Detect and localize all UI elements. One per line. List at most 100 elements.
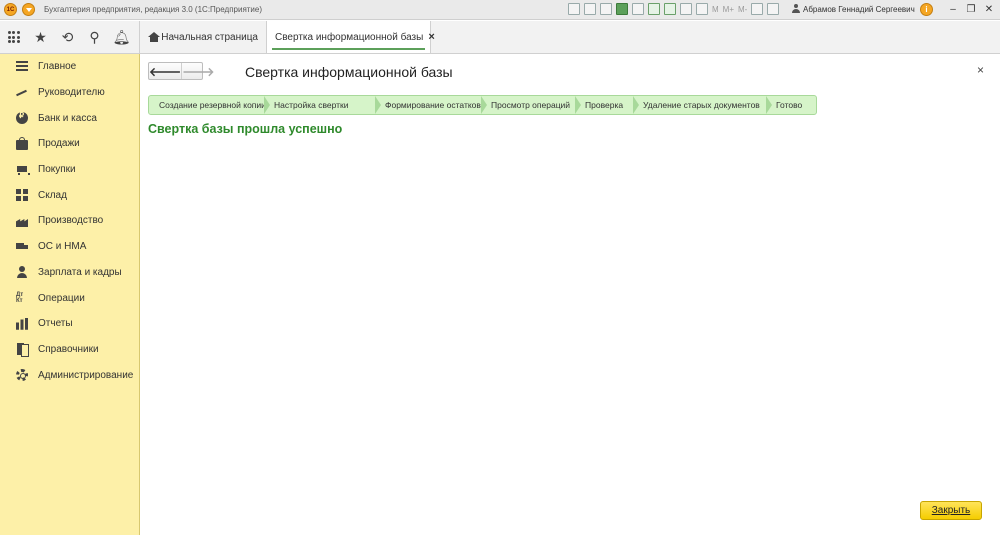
sidebar-item-operations[interactable]: Дт Кт Операции: [0, 285, 139, 311]
history-icon: ⟲: [61, 28, 74, 45]
sidebar-item-salary[interactable]: Зарплата и кадры: [0, 260, 139, 286]
sidebar-item-bank[interactable]: Банк и касса: [0, 105, 139, 131]
wizard-steps: Создание резервной копии Настройка сверт…: [148, 95, 817, 115]
sidebar-item-assets[interactable]: ОС и НМА: [0, 234, 139, 260]
tab-close-icon[interactable]: ×: [428, 31, 434, 43]
bag-icon: [16, 136, 28, 150]
dt-kt-icon: Дт Кт: [16, 292, 24, 305]
step-done[interactable]: Готово: [766, 96, 816, 114]
tab-bar: Начальная страница Свертка информационно…: [140, 21, 1000, 54]
form-area: 🡐 🡒 Свертка информационной базы × Создан…: [140, 54, 1000, 535]
boxes-icon: [16, 189, 28, 202]
sidebar-item-warehouse[interactable]: Склад: [0, 182, 139, 208]
sidebar-item-directories[interactable]: Справочники: [0, 337, 139, 363]
truck-icon: [16, 241, 28, 253]
cart-icon: [16, 164, 30, 176]
search-button[interactable]: ⚲: [81, 21, 108, 54]
tab-home[interactable]: Начальная страница: [140, 21, 267, 53]
calculator-icon[interactable]: [696, 3, 708, 15]
restore-button[interactable]: ❐: [962, 2, 980, 17]
step-delete-docs[interactable]: Удаление старых документов: [633, 96, 772, 114]
document-icon[interactable]: [632, 3, 644, 15]
window-icon[interactable]: [767, 3, 780, 15]
preview-icon[interactable]: [600, 3, 612, 15]
sidebar-item-manager[interactable]: Руководителю: [0, 80, 139, 106]
title-bar: 1С Бухгалтерия предприятия, редакция 3.0…: [0, 0, 1000, 20]
titlebar-toolbar: M M+ M-: [568, 3, 780, 15]
close-button-label: Закрыть: [931, 505, 971, 516]
user-icon: [792, 4, 800, 14]
print-icon[interactable]: [584, 3, 596, 15]
factory-icon: [16, 215, 28, 227]
success-message: Свертка базы прошла успешно: [148, 122, 343, 136]
all-functions-button[interactable]: [0, 21, 27, 54]
sidebar-item-main[interactable]: Главное: [0, 54, 139, 80]
compare-icon[interactable]: [648, 3, 660, 15]
sidebar-item-label: Операции: [38, 292, 85, 304]
bar-chart-icon: [16, 317, 28, 330]
window-controls: – ❐ ✕: [944, 2, 998, 17]
close-button[interactable]: Закрыть: [920, 501, 982, 520]
sidebar-item-label: Руководителю: [38, 87, 105, 99]
zoom-icon[interactable]: [751, 3, 764, 15]
bell-icon: 🔔︎: [112, 28, 131, 45]
sidebar-item-label: ОС и НМА: [38, 241, 87, 253]
trend-icon: [16, 87, 28, 99]
step-settings[interactable]: Настройка свертки: [264, 96, 381, 114]
sidebar-item-label: Главное: [38, 61, 77, 73]
sections-toolbar: ★ ⟲ ⚲ 🔔︎: [0, 21, 140, 54]
sidebar-item-purchases[interactable]: Покупки: [0, 157, 139, 183]
app-title: Бухгалтерия предприятия, редакция 3.0 (1…: [44, 5, 263, 14]
nav-arrows: 🡐 🡒: [148, 62, 214, 80]
favorites-button[interactable]: ★: [27, 21, 54, 54]
tab-label: Начальная страница: [161, 31, 258, 43]
sidebar-item-sales[interactable]: Продажи: [0, 131, 139, 157]
forward-button[interactable]: 🡒: [181, 63, 214, 79]
sidebar: Главное Руководителю Банк и касса Продаж…: [0, 54, 140, 535]
sidebar-item-label: Покупки: [38, 164, 76, 176]
main-menu-button[interactable]: [22, 3, 35, 16]
step-backup[interactable]: Создание резервной копии: [149, 96, 270, 114]
step-check[interactable]: Проверка: [575, 96, 639, 114]
step-balances[interactable]: Формирование остатков: [375, 96, 487, 114]
close-window-button[interactable]: ✕: [980, 2, 998, 17]
app-logo-icon[interactable]: 1С: [4, 3, 17, 16]
spreadsheet-icon[interactable]: [664, 3, 676, 15]
tab-rollup[interactable]: Свертка информационной базы ×: [267, 21, 435, 53]
person-icon: [16, 266, 28, 279]
memory-button[interactable]: M: [712, 5, 719, 14]
history-button[interactable]: ⟲: [54, 21, 81, 54]
books-icon: [16, 343, 29, 358]
form-close-icon[interactable]: ×: [977, 63, 984, 77]
menu-lines-icon: [16, 60, 28, 73]
sidebar-item-label: Продажи: [38, 138, 80, 150]
info-icon[interactable]: i: [920, 3, 933, 16]
sidebar-item-label: Производство: [38, 215, 104, 227]
sidebar-item-reports[interactable]: Отчеты: [0, 311, 139, 337]
minimize-button[interactable]: –: [944, 2, 962, 17]
sidebar-item-label: Отчеты: [38, 318, 73, 330]
search-icon: ⚲: [89, 28, 100, 45]
sidebar-item-label: Банк и касса: [38, 112, 97, 124]
coin-icon: [16, 111, 28, 125]
link-icon[interactable]: [616, 3, 628, 15]
save-icon[interactable]: [568, 3, 580, 15]
back-button[interactable]: 🡐: [149, 63, 181, 79]
memory-plus-button[interactable]: M+: [723, 5, 734, 14]
notifications-button[interactable]: 🔔︎: [108, 21, 135, 54]
home-icon: [148, 31, 161, 43]
step-operations[interactable]: Просмотр операций: [481, 96, 581, 114]
user-name-label: Абрамов Геннадий Сергеевич: [803, 4, 915, 14]
sidebar-item-production[interactable]: Производство: [0, 208, 139, 234]
page-title: Свертка информационной базы: [245, 64, 453, 80]
memory-minus-button[interactable]: M-: [738, 5, 747, 14]
sidebar-item-label: Зарплата и кадры: [38, 266, 122, 278]
sidebar-item-label: Администрирование: [38, 369, 134, 381]
grid-icon: [7, 31, 20, 43]
gear-icon: [16, 369, 28, 382]
user-name[interactable]: Абрамов Геннадий Сергеевич: [792, 4, 915, 14]
sidebar-item-label: Справочники: [38, 343, 99, 355]
calendar-icon[interactable]: [680, 3, 692, 15]
sidebar-item-admin[interactable]: Администрирование: [0, 362, 139, 388]
tab-label: Свертка информационной базы: [275, 31, 424, 43]
